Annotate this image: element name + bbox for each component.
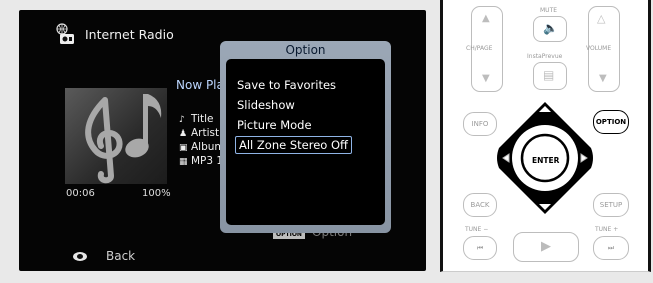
back-label[interactable]: Back [106, 249, 135, 263]
volume-label: VOLUME [586, 45, 612, 52]
tune-minus-button[interactable]: ⏮ [463, 236, 497, 260]
option-popup: Option Save to Favorites Slideshow Pictu… [220, 41, 391, 233]
meta-album: ▣ Album [179, 141, 225, 153]
note-icon: ♪ [179, 115, 185, 125]
menu-item-slideshow[interactable]: Slideshow [237, 98, 295, 112]
tv-screen: Internet Radio Now Playing ♪ Title ♟ Artis… [19, 10, 426, 271]
meta-title: ♪ Title [179, 113, 214, 125]
album-icon: ▣ [179, 143, 188, 153]
info-button[interactable]: INFO [463, 112, 497, 136]
volume-up-icon: △ [597, 12, 606, 25]
down-arrow-icon: ▼ [482, 73, 490, 84]
picture-icon: ▤ [543, 68, 555, 82]
manual-illustration: Internet Radio Now Playing ♪ Title ♟ Artis… [0, 0, 653, 283]
play-icon: ▶ [541, 239, 551, 254]
option-button[interactable]: OPTION [593, 110, 629, 134]
setup-button[interactable]: SETUP [593, 193, 629, 217]
volume-down-icon: ▼ [599, 73, 607, 84]
skip-back-icon: ⏮ [476, 244, 484, 252]
remote-control: MUTE ▲ ▼ CH/PAGE 🔈 InstaPrevue ▤ △ ▼ VOL… [440, 0, 651, 272]
up-arrow-icon: ▲ [482, 13, 490, 24]
menu-item-picture-mode[interactable]: Picture Mode [237, 118, 312, 132]
popup-menu: Save to Favorites Slideshow Picture Mode… [226, 59, 385, 225]
mute-icon: 🔈 [543, 21, 558, 35]
ch-page-label: CH/PAGE [466, 45, 493, 52]
menu-item-save-to-favorites[interactable]: Save to Favorites [237, 78, 336, 92]
artist-icon: ♟ [179, 129, 188, 139]
format-icon: ▦ [179, 157, 188, 167]
tune-plus-button[interactable]: ⏭ [593, 236, 629, 260]
play-button[interactable]: ▶ [513, 232, 579, 262]
internet-radio-icon [56, 23, 74, 44]
tune-plus-label: TUNE + [595, 226, 619, 233]
enter-button[interactable]: ENTER [532, 156, 559, 165]
screen-title: Internet Radio [85, 27, 174, 42]
menu-item-all-zone-stereo-off[interactable]: All Zone Stereo Off [235, 136, 352, 154]
tune-minus-label: TUNE − [465, 226, 489, 233]
meta-artist: ♟ Artist [179, 127, 220, 139]
album-art [65, 88, 167, 184]
buffer-percent: 100% [142, 188, 171, 199]
skip-forward-icon: ⏭ [607, 244, 615, 252]
instaprevue-button[interactable]: ▤ [533, 62, 567, 90]
mute-label: MUTE [540, 7, 558, 14]
music-note-icon [85, 94, 162, 184]
mute-button[interactable]: 🔈 [533, 16, 567, 42]
popup-title: Option [285, 43, 326, 57]
playback-time: 00:06 [66, 188, 95, 199]
instaprevue-label: InstaPrevue [527, 53, 563, 60]
back-button-icon [73, 252, 87, 261]
back-button[interactable]: BACK [463, 193, 497, 217]
